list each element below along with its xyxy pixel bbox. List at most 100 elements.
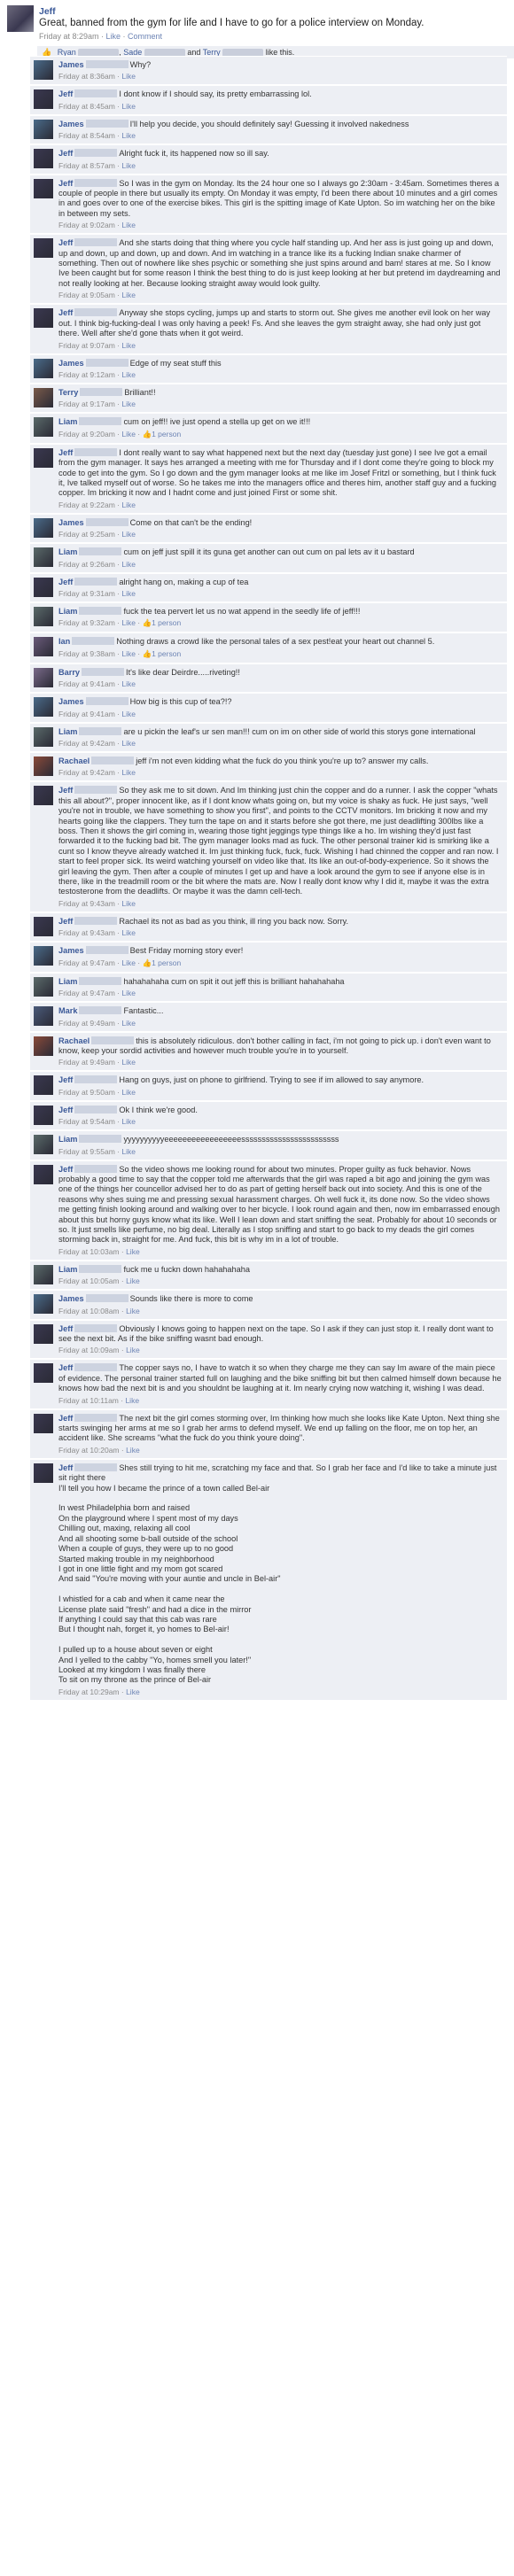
commenter-avatar[interactable] xyxy=(34,238,53,259)
comment-like-count[interactable]: 1 person xyxy=(152,430,181,438)
commenter-avatar[interactable] xyxy=(34,1135,53,1155)
comment-like-link[interactable]: Like xyxy=(121,102,136,111)
post-comment-link[interactable]: Comment xyxy=(128,32,162,41)
comment-timestamp[interactable]: Friday at 9:43am xyxy=(58,928,115,937)
commenter-avatar[interactable] xyxy=(34,1363,53,1384)
comment-like-link[interactable]: Like xyxy=(121,768,136,777)
comment-like-link[interactable]: Like xyxy=(121,72,136,81)
commenter-avatar[interactable] xyxy=(34,667,53,687)
commenter-avatar[interactable] xyxy=(34,757,53,776)
commenter-name[interactable]: Jeff xyxy=(58,89,73,98)
comment-like-link[interactable]: Like xyxy=(121,400,136,408)
commenter-name[interactable]: Jeff xyxy=(58,1165,73,1174)
comment-timestamp[interactable]: Friday at 10:09am xyxy=(58,1346,120,1354)
commenter-name[interactable]: James xyxy=(58,518,84,527)
comment-timestamp[interactable]: Friday at 9:05am xyxy=(58,291,115,299)
comment-timestamp[interactable]: Friday at 9:47am xyxy=(58,989,115,997)
commenter-name[interactable]: Jeff xyxy=(58,1414,73,1423)
commenter-name[interactable]: Jeff xyxy=(58,786,73,795)
commenter-avatar[interactable] xyxy=(34,577,53,597)
commenter-name[interactable]: Terry xyxy=(58,388,78,397)
commenter-name[interactable]: James xyxy=(58,1294,84,1303)
comment-like-link[interactable]: Like xyxy=(121,560,136,569)
commenter-avatar[interactable] xyxy=(34,1413,53,1433)
commenter-avatar[interactable] xyxy=(34,1164,53,1184)
comment-timestamp[interactable]: Friday at 9:42am xyxy=(58,739,115,748)
comment-like-link[interactable]: Like xyxy=(121,341,136,350)
commenter-name[interactable]: Jeff xyxy=(58,308,73,317)
commenter-name[interactable]: Jeff xyxy=(58,1106,73,1114)
comment-timestamp[interactable]: Friday at 9:26am xyxy=(58,560,115,569)
commenter-avatar[interactable] xyxy=(34,1294,53,1315)
comment-like-link[interactable]: Like xyxy=(126,1346,140,1354)
commenter-avatar[interactable] xyxy=(34,447,53,468)
commenter-name[interactable]: Mark xyxy=(58,1006,77,1015)
comment-like-link[interactable]: Like xyxy=(121,928,136,937)
commenter-avatar[interactable] xyxy=(34,976,53,997)
commenter-name[interactable]: Liam xyxy=(58,727,77,736)
commenter-name[interactable]: Jeff xyxy=(58,917,73,926)
comment-timestamp[interactable]: Friday at 10:29am xyxy=(58,1688,120,1696)
comment-timestamp[interactable]: Friday at 9:41am xyxy=(58,679,115,688)
comment-timestamp[interactable]: Friday at 9:50am xyxy=(58,1088,115,1097)
commenter-avatar[interactable] xyxy=(34,547,53,568)
commenter-name[interactable]: James xyxy=(58,697,84,706)
comment-timestamp[interactable]: Friday at 9:43am xyxy=(58,899,115,908)
commenter-avatar[interactable] xyxy=(34,726,53,747)
comment-timestamp[interactable]: Friday at 9:49am xyxy=(58,1019,115,1028)
author-avatar[interactable] xyxy=(7,5,34,32)
commenter-avatar[interactable] xyxy=(34,517,53,538)
commenter-name[interactable]: Jeff xyxy=(58,578,73,586)
commenter-name[interactable]: Liam xyxy=(58,1135,77,1144)
comment-like-link[interactable]: Like xyxy=(121,1058,136,1067)
commenter-avatar[interactable] xyxy=(34,308,53,329)
comment-like-link[interactable]: Like xyxy=(121,1019,136,1028)
commenter-name[interactable]: Ian xyxy=(58,637,70,646)
comment-like-link[interactable]: Like xyxy=(121,370,136,379)
comment-timestamp[interactable]: Friday at 10:20am xyxy=(58,1446,120,1455)
commenter-name[interactable]: Jeff xyxy=(58,1463,73,1472)
comment-like-link[interactable]: Like xyxy=(125,1396,139,1405)
comment-like-link[interactable]: Like xyxy=(121,899,136,908)
comment-timestamp[interactable]: Friday at 10:08am xyxy=(58,1307,120,1315)
commenter-name[interactable]: Liam xyxy=(58,417,77,426)
commenter-avatar[interactable] xyxy=(34,89,53,110)
commenter-name[interactable]: Jeff xyxy=(58,448,73,457)
comment-timestamp[interactable]: Friday at 9:02am xyxy=(58,221,115,229)
comment-like-link[interactable]: Like xyxy=(121,1088,136,1097)
comment-timestamp[interactable]: Friday at 9:17am xyxy=(58,400,115,408)
comment-timestamp[interactable]: Friday at 9:25am xyxy=(58,530,115,539)
commenter-name[interactable]: Jeff xyxy=(58,1075,73,1084)
comment-timestamp[interactable]: Friday at 9:49am xyxy=(58,1058,115,1067)
comment-timestamp[interactable]: Friday at 9:32am xyxy=(58,618,115,627)
comment-timestamp[interactable]: Friday at 9:55am xyxy=(58,1147,115,1156)
comment-timestamp[interactable]: Friday at 9:54am xyxy=(58,1117,115,1126)
comment-timestamp[interactable]: Friday at 9:07am xyxy=(58,341,115,350)
comment-timestamp[interactable]: Friday at 8:54am xyxy=(58,131,115,140)
commenter-name[interactable]: Jeff xyxy=(58,1324,73,1333)
commenter-avatar[interactable] xyxy=(34,178,53,198)
commenter-avatar[interactable] xyxy=(34,916,53,936)
comment-like-link[interactable]: Like xyxy=(126,1688,140,1696)
commenter-name[interactable]: James xyxy=(58,946,84,955)
commenter-avatar[interactable] xyxy=(34,1006,53,1027)
comment-like-link[interactable]: Like xyxy=(126,1276,140,1285)
comment-like-count[interactable]: 1 person xyxy=(152,618,181,627)
commenter-name[interactable]: Jeff xyxy=(58,179,73,188)
comment-like-link[interactable]: Like xyxy=(126,1446,140,1455)
comment-timestamp[interactable]: Friday at 10:05am xyxy=(58,1276,120,1285)
comment-timestamp[interactable]: Friday at 8:45am xyxy=(58,102,115,111)
comment-like-link[interactable]: Like xyxy=(121,500,136,509)
comment-like-link[interactable]: Like xyxy=(121,989,136,997)
commenter-name[interactable]: James xyxy=(58,60,84,69)
comment-timestamp[interactable]: Friday at 9:38am xyxy=(58,649,115,658)
commenter-name[interactable]: Liam xyxy=(58,607,77,616)
commenter-avatar[interactable] xyxy=(34,1323,53,1344)
comment-like-link[interactable]: Like xyxy=(126,1247,140,1256)
comment-like-link[interactable]: Like xyxy=(121,430,136,438)
comment-timestamp[interactable]: Friday at 9:20am xyxy=(58,430,115,438)
comment-timestamp[interactable]: Friday at 9:42am xyxy=(58,768,115,777)
comment-like-link[interactable]: Like xyxy=(121,530,136,539)
comment-like-link[interactable]: Like xyxy=(121,710,136,718)
commenter-avatar[interactable] xyxy=(34,946,53,966)
